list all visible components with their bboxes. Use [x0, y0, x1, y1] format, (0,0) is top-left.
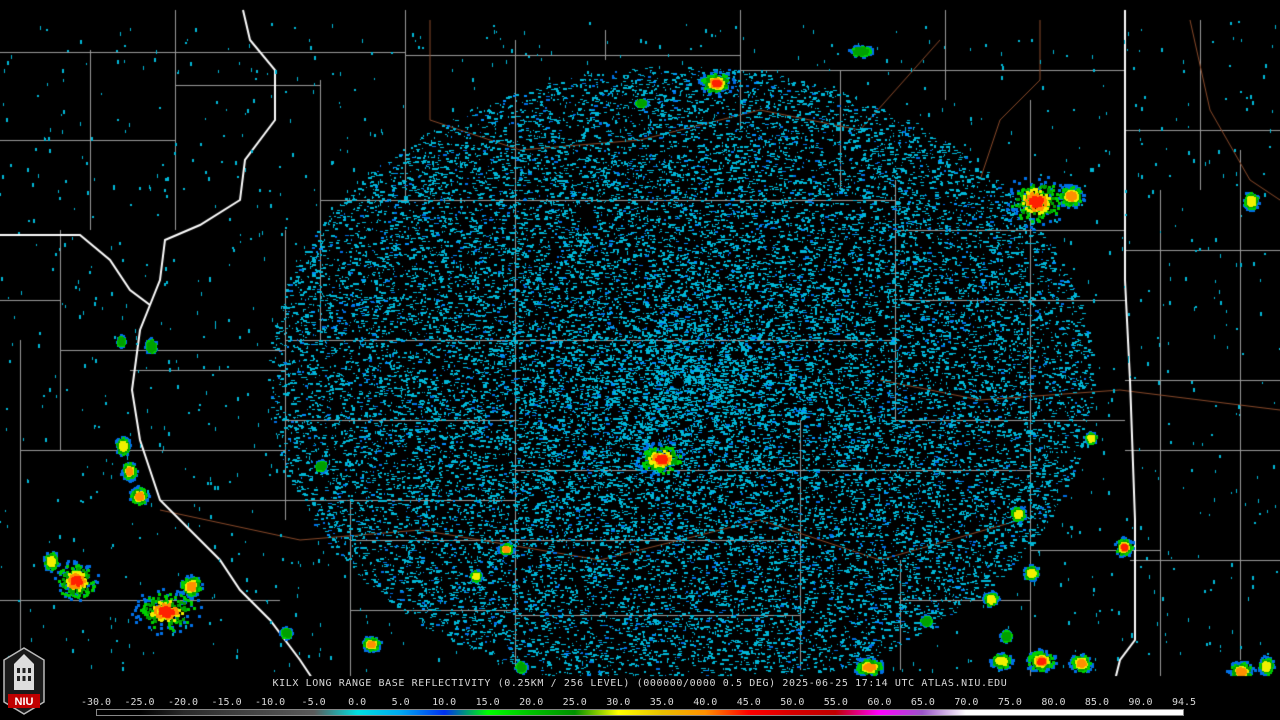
scale-label: 90.0 [1128, 697, 1153, 708]
scale-label: -30.0 [80, 697, 112, 708]
product-caption: KILX LONG RANGE BASE REFLECTIVITY (0.25K… [272, 678, 1008, 689]
scale-label: -20.0 [167, 697, 199, 708]
scale-label: 45.0 [736, 697, 761, 708]
scale-labels: -30.0 -25.0 -20.0 -15.0 -10.0 -5.0 0.0 5.0 10.0 1… [81, 697, 1197, 709]
scale-label: -10.0 [255, 697, 286, 708]
scale-label: -25.0 [124, 697, 155, 708]
scale-label: -5.0 [301, 697, 326, 708]
scale-label: 94.5 [1171, 697, 1197, 708]
scale-label: 5.0 [391, 697, 410, 708]
scale-label: 35.0 [649, 697, 674, 708]
scale-label: 60.0 [867, 697, 892, 708]
scale-label: 30.0 [606, 697, 631, 708]
scale-label: 55.0 [823, 697, 848, 708]
scale-label: 40.0 [693, 697, 718, 708]
logo-text: NIU [15, 696, 34, 708]
scale-label: 10.0 [432, 697, 457, 708]
scale-label: 50.0 [780, 697, 805, 708]
scale-label: 65.0 [910, 697, 935, 708]
scale-label: 25.0 [562, 697, 587, 708]
color-scale-bar [96, 709, 1184, 716]
scale-label: 15.0 [475, 697, 500, 708]
radar-map [0, 0, 1280, 720]
scale-label: -15.0 [211, 697, 242, 708]
scale-label: 20.0 [519, 697, 544, 708]
scale-label: 80.0 [1041, 697, 1066, 708]
scale-label: 70.0 [954, 697, 979, 708]
scale-label: 0.0 [348, 697, 367, 708]
scale-label: 75.0 [997, 697, 1022, 708]
scale-label: 85.0 [1084, 697, 1109, 708]
niu-logo-icon: NIU [3, 647, 45, 715]
